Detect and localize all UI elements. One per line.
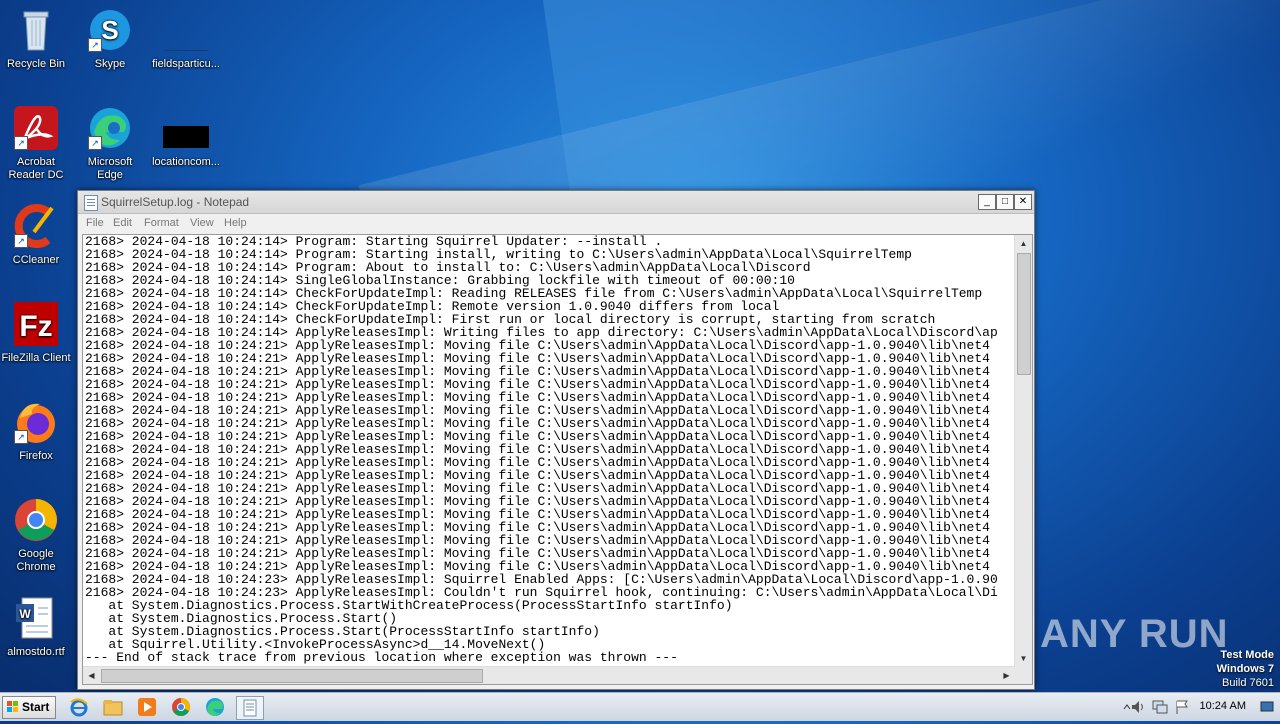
start-button[interactable]: Start [2, 696, 56, 719]
windows-version-label: Windows 7 [1216, 663, 1274, 675]
start-label: Start [22, 700, 50, 714]
menu-bar: File Edit Format View Help [78, 214, 1034, 233]
shortcut-arrow-icon: ↗ [14, 430, 28, 444]
desktop-icon-skype[interactable]: S ↗ Skype [74, 6, 146, 71]
clock[interactable]: 10:24 AM [1200, 700, 1246, 712]
edge-icon: ↗ [86, 104, 134, 152]
explorer-icon[interactable] [102, 696, 124, 718]
window-title: SquirrelSetup.log - Notepad [101, 195, 250, 209]
shortcut-arrow-icon: ↗ [14, 234, 28, 248]
desktop-icon-ccleaner[interactable]: ↗ CCleaner [0, 202, 72, 267]
svg-text:W: W [19, 607, 31, 621]
desktop-icon-filezilla[interactable]: Fz FileZilla Client [0, 300, 72, 365]
edge-icon[interactable] [204, 696, 226, 718]
taskbar: Start 10:24 AM [0, 692, 1280, 721]
desktop-icon-recycle-bin[interactable]: Recycle Bin [0, 6, 72, 71]
watermark-logo: ANY RUN [1040, 612, 1229, 656]
desktop-icon-acrobat[interactable]: ↗ Acrobat Reader DC [0, 104, 72, 182]
menu-file[interactable]: File [86, 217, 104, 229]
volume-icon[interactable] [1130, 699, 1146, 720]
desktop-icon-almostdo[interactable]: W almostdo.rtf [0, 594, 72, 659]
vertical-scrollbar[interactable]: ▲ ▼ [1014, 235, 1032, 667]
desktop-icon-label: locationcom... [152, 156, 220, 168]
show-desktop-icon[interactable] [1260, 700, 1274, 719]
build-label: Build 7601 [1222, 677, 1274, 689]
desktop-icon-label: fieldsparticu... [152, 58, 220, 70]
desktop-icon-label: Google Chrome [16, 548, 56, 573]
recycle-bin-icon [12, 6, 60, 54]
svg-text:S: S [101, 15, 118, 45]
file-icon [162, 6, 210, 54]
acrobat-icon: ↗ [12, 104, 60, 152]
system-tray: 10:24 AM [1120, 693, 1280, 721]
menu-edit[interactable]: Edit [113, 217, 132, 229]
shortcut-arrow-icon: ↗ [88, 38, 102, 52]
close-button[interactable]: ✕ [1014, 194, 1032, 210]
desktop-icon-label: CCleaner [12, 254, 60, 266]
menu-format[interactable]: Format [144, 217, 179, 229]
vertical-scroll-thumb[interactable] [1017, 253, 1031, 375]
desktop-icon-label: Acrobat Reader DC [8, 156, 64, 181]
test-mode-label: Test Mode [1220, 649, 1274, 661]
desktop-icon-edge[interactable]: ↗ Microsoft Edge [74, 104, 146, 182]
window-titlebar[interactable]: SquirrelSetup.log - Notepad _ □ ✕ [78, 191, 1034, 214]
windows-logo-icon [7, 701, 19, 713]
notepad-taskbar-icon[interactable] [236, 696, 264, 720]
desktop-icon-label: FileZilla Client [1, 352, 71, 364]
horizontal-scroll-thumb[interactable] [101, 669, 483, 683]
maximize-button[interactable]: □ [996, 194, 1014, 210]
action-center-flag-icon[interactable] [1174, 699, 1190, 720]
scroll-left-icon[interactable]: ◀ [84, 668, 99, 683]
desktop-icon-label: Recycle Bin [6, 58, 66, 70]
test-mode-notice: Test Mode Windows 7 Build 7601 [1217, 648, 1274, 690]
ie-icon[interactable] [68, 696, 90, 718]
log-line: --- End of stack trace from previous loc… [85, 650, 678, 665]
desktop-icon-locationcom[interactable]: locationcom... [150, 104, 222, 169]
chrome-icon[interactable] [170, 696, 192, 718]
desktop-icon-label: Microsoft Edge [87, 156, 133, 181]
scroll-down-icon[interactable]: ▼ [1016, 651, 1031, 666]
desktop-icon-label: almostdo.rtf [7, 646, 65, 658]
log-text[interactable]: 2168> 2024-04-18 10:24:14> Program: Star… [85, 235, 1013, 667]
notepad-window[interactable]: SquirrelSetup.log - Notepad _ □ ✕ File E… [77, 190, 1035, 690]
filezilla-icon: Fz [12, 300, 60, 348]
desktop-icon-label: Skype [94, 58, 126, 70]
resize-grip-icon[interactable] [1015, 667, 1032, 684]
firefox-icon: ↗ [12, 398, 60, 446]
file-icon [162, 104, 210, 152]
horizontal-scrollbar[interactable]: ◀ ▶ [83, 666, 1015, 684]
network-icon[interactable] [1152, 699, 1168, 720]
shortcut-arrow-icon: ↗ [14, 136, 28, 150]
media-player-icon[interactable] [136, 696, 158, 718]
desktop-icon-chrome[interactable]: Google Chrome [0, 496, 72, 574]
word-doc-icon: W [12, 594, 60, 642]
shortcut-arrow-icon: ↗ [88, 136, 102, 150]
scroll-up-icon[interactable]: ▲ [1016, 236, 1031, 251]
desktop-icon-fieldsparticu[interactable]: fieldsparticu... [150, 6, 222, 71]
text-editor[interactable]: 2168> 2024-04-18 10:24:14> Program: Star… [82, 234, 1033, 685]
notepad-icon [84, 195, 98, 211]
desktop-icon-firefox[interactable]: ↗ Firefox [0, 398, 72, 463]
menu-help[interactable]: Help [224, 217, 247, 229]
menu-view[interactable]: View [190, 217, 214, 229]
chrome-icon [12, 496, 60, 544]
desktop-icon-label: Firefox [19, 450, 53, 462]
svg-text:Fz: Fz [19, 310, 52, 343]
scroll-right-icon[interactable]: ▶ [999, 668, 1014, 683]
minimize-button[interactable]: _ [978, 194, 996, 210]
skype-icon: S ↗ [86, 6, 134, 54]
ccleaner-icon: ↗ [12, 202, 60, 250]
